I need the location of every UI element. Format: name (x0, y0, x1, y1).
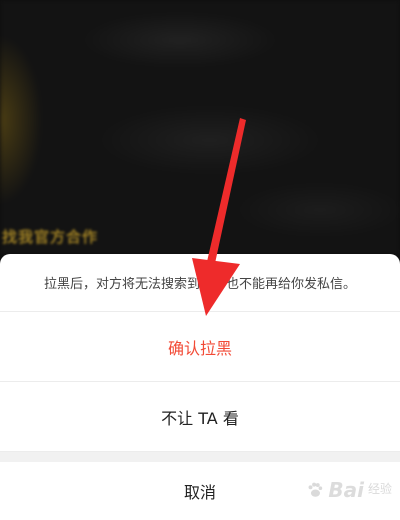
screen: 找我官方合作 拉黑后，对方将无法搜索到你，也不能再给你发私信。 确认拉黑 不让 … (0, 0, 400, 520)
confirm-block-button[interactable]: 确认拉黑 (0, 312, 400, 382)
cancel-button[interactable]: 取消 (0, 462, 400, 520)
video-caption: 找我官方合作 (2, 228, 99, 246)
blurred-video-background (0, 0, 400, 254)
block-action-sheet: 拉黑后，对方将无法搜索到你，也不能再给你发私信。 确认拉黑 不让 TA 看 取消 (0, 254, 400, 520)
hide-from-user-button[interactable]: 不让 TA 看 (0, 382, 400, 452)
block-warning-message: 拉黑后，对方将无法搜索到你，也不能再给你发私信。 (0, 254, 400, 312)
sheet-divider-gap (0, 452, 400, 462)
